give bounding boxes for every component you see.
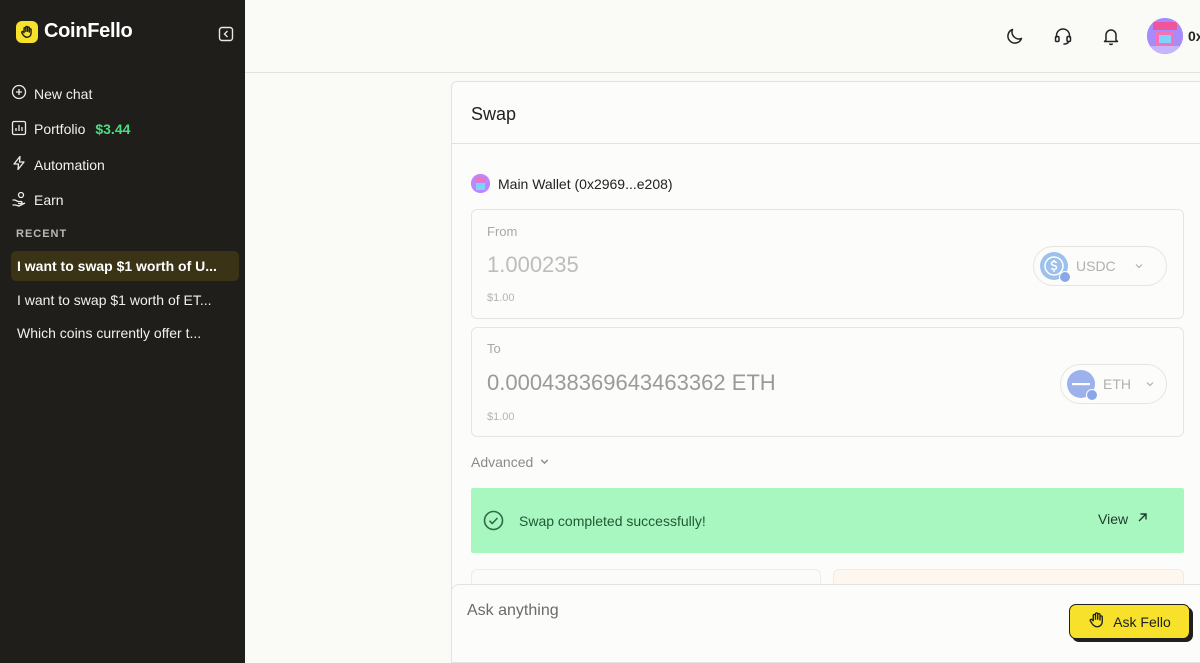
- page-title: Swap: [471, 104, 517, 124]
- sidebar-nav: New chat Portfolio $3.44 Automation Earn: [11, 76, 239, 218]
- chart-icon: [11, 120, 27, 139]
- to-token-symbol: ETH: [1103, 376, 1131, 392]
- sidebar-item-label: New chat: [34, 85, 93, 102]
- advanced-toggle[interactable]: Advanced: [471, 454, 550, 470]
- bell-icon[interactable]: [1101, 26, 1121, 46]
- network-badge: [1059, 271, 1071, 283]
- plus-circle-icon: [11, 84, 27, 103]
- swap-card: Swap Main Wallet (0x2969...e208) From 1.…: [451, 81, 1200, 663]
- avatar[interactable]: [1147, 18, 1183, 54]
- sidebar-item-earn[interactable]: Earn: [11, 183, 239, 219]
- from-token-selector[interactable]: USDC: [1033, 246, 1167, 286]
- brand-name: CoinFello: [44, 20, 133, 42]
- from-label: From: [487, 224, 518, 239]
- sidebar-item-new-chat[interactable]: New chat: [11, 76, 239, 112]
- from-fiat-value: $1.00: [487, 292, 515, 304]
- success-banner: Swap completed successfully! View: [471, 488, 1184, 553]
- chevron-down-icon: [539, 454, 550, 470]
- divider: [452, 143, 1200, 144]
- usdc-icon: [1040, 252, 1071, 283]
- sidebar-item-automation[interactable]: Automation: [11, 147, 239, 183]
- wallet-selector[interactable]: Main Wallet (0x2969...e208): [471, 174, 673, 193]
- headset-icon[interactable]: [1053, 26, 1073, 46]
- sidebar-item-label: Earn: [34, 192, 64, 209]
- recent-heading: RECENT: [16, 228, 68, 240]
- portfolio-value: $3.44: [95, 121, 131, 138]
- top-bar: 0x: [245, 0, 1200, 73]
- sidebar-item-portfolio[interactable]: Portfolio $3.44: [11, 112, 239, 148]
- collapse-sidebar-icon[interactable]: [218, 26, 234, 42]
- hand-coins-icon: [11, 191, 27, 210]
- recent-chat-item[interactable]: Which coins currently offer t...: [11, 318, 239, 348]
- coinfello-logo-icon: [16, 20, 38, 43]
- advanced-label: Advanced: [471, 454, 534, 470]
- lightning-icon: [11, 155, 27, 174]
- to-token-box: To 0.000438369643463362 ETH $1.00 ETH: [471, 327, 1184, 437]
- from-token-box: From 1.000235 $1.00 USDC: [471, 209, 1184, 319]
- ask-fello-label: Ask Fello: [1113, 613, 1171, 630]
- ask-fello-button[interactable]: Ask Fello: [1069, 604, 1190, 639]
- chevron-down-icon: [1145, 376, 1155, 392]
- recent-chat-item[interactable]: I want to swap $1 worth of ET...: [11, 285, 239, 315]
- network-badge: [1086, 389, 1098, 401]
- check-circle-icon: [483, 510, 504, 531]
- wallet-label: Main Wallet (0x2969...e208): [498, 175, 673, 192]
- recent-chat-item[interactable]: I want to swap $1 worth of U...: [11, 251, 239, 281]
- account-id[interactable]: 0x: [1188, 28, 1200, 44]
- wallet-avatar: [471, 174, 490, 193]
- recent-list: I want to swap $1 worth of U... I want t…: [11, 251, 239, 352]
- to-fiat-value: $1.00: [487, 411, 515, 423]
- from-token-symbol: USDC: [1076, 258, 1116, 274]
- success-message: Swap completed successfully!: [519, 513, 706, 529]
- view-label: View: [1098, 511, 1129, 527]
- chat-input-bar: Ask Fello: [451, 584, 1200, 663]
- sidebar-item-label: Automation: [34, 156, 105, 173]
- moon-icon[interactable]: [1005, 26, 1025, 46]
- to-amount: 0.000438369643463362 ETH: [487, 370, 776, 395]
- to-token-selector[interactable]: ETH: [1060, 364, 1167, 404]
- sidebar: CoinFello New chat Portfolio $3.44 Autom…: [0, 0, 245, 663]
- eth-icon: [1067, 370, 1098, 401]
- view-transaction-link[interactable]: View: [1098, 511, 1149, 527]
- chevron-down-icon: [1134, 258, 1144, 274]
- sidebar-item-label: Portfolio: [34, 121, 86, 138]
- chat-input[interactable]: [467, 602, 967, 620]
- to-label: To: [487, 341, 501, 356]
- arrow-up-right-icon: [1136, 511, 1149, 527]
- hand-wave-icon: [1088, 611, 1106, 632]
- from-amount-input[interactable]: 1.000235: [487, 252, 579, 278]
- brand[interactable]: CoinFello: [16, 20, 133, 43]
